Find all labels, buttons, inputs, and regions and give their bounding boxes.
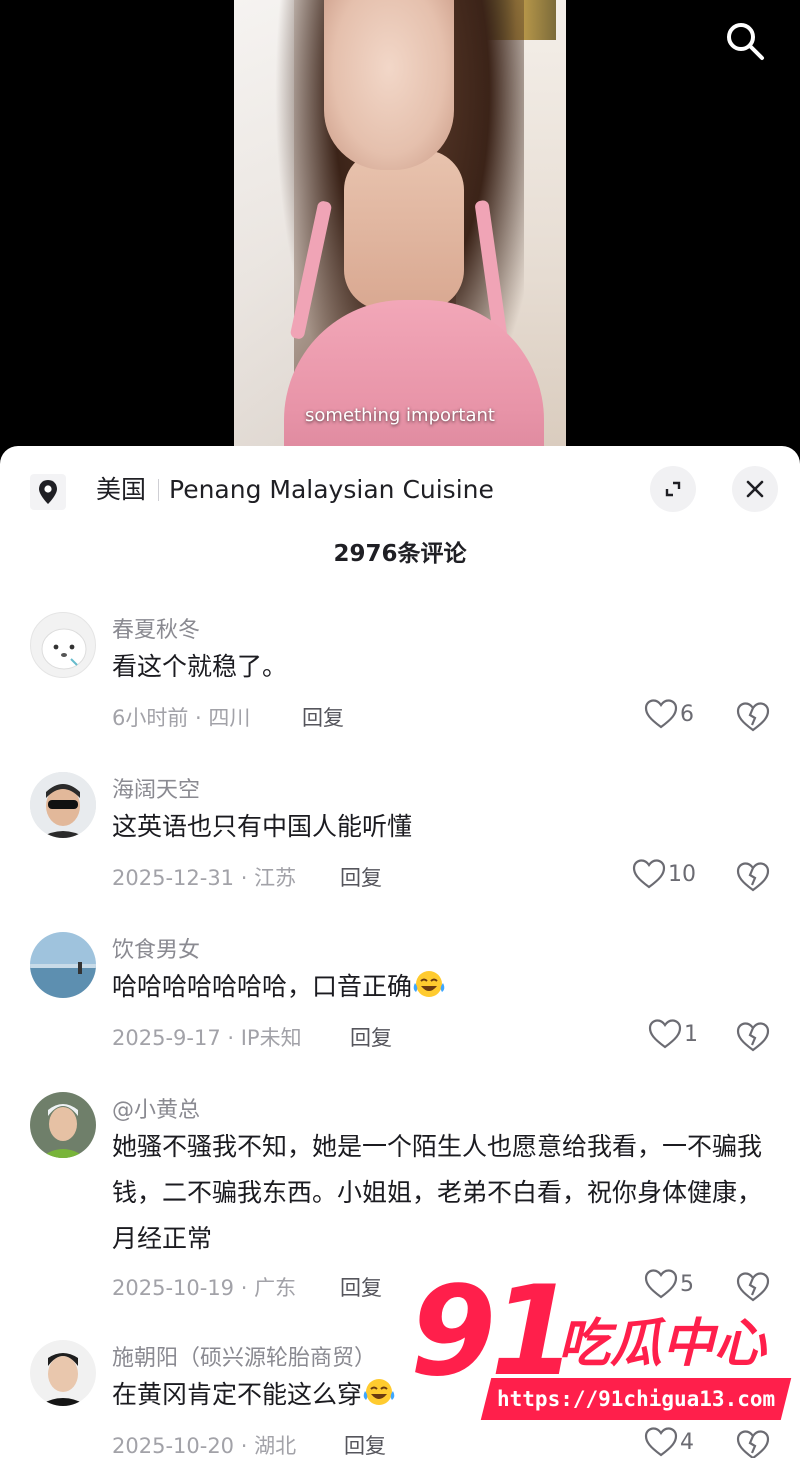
comment-username[interactable]: 饮食男女	[112, 932, 200, 964]
comment-text: 哈哈哈哈哈哈哈，口音正确	[112, 964, 772, 1010]
comment-username[interactable]: 春夏秋冬	[112, 612, 200, 644]
watermark-name: 吃瓜中心	[558, 1314, 767, 1374]
avatar-image	[30, 772, 96, 838]
comment-item: 饮食男女 哈哈哈哈哈哈哈，口音正确 2025-9-17 · IP未知 回复 1	[0, 932, 800, 1062]
avatar[interactable]	[30, 1340, 96, 1406]
comment-item: 春夏秋冬 看这个就稳了。 6小时前 · 四川 回复 6	[0, 612, 800, 742]
expand-button[interactable]	[650, 466, 696, 512]
avatar-image	[30, 1340, 96, 1406]
broken-heart-icon[interactable]	[736, 1428, 770, 1458]
video-person-face	[324, 0, 454, 170]
heart-icon	[644, 1427, 678, 1457]
heart-icon	[632, 859, 666, 889]
watermark-url-banner: https://91chigua13.com	[480, 1378, 792, 1420]
comment-username[interactable]: 海阔天空	[112, 772, 200, 804]
comment-text: 看这个就稳了。	[112, 652, 288, 681]
video-person-body	[344, 150, 464, 310]
avatar-image	[41, 628, 87, 670]
like-button[interactable]: 1	[648, 1018, 698, 1050]
comment-username[interactable]: @小黄总	[112, 1092, 200, 1124]
comment-meta: 2025-10-19 · 广东	[112, 1276, 297, 1300]
reply-button[interactable]: 回复	[344, 1430, 386, 1458]
watermark-url: https://91chigua13.com	[496, 1387, 776, 1411]
broken-heart-icon[interactable]	[736, 1020, 770, 1054]
reply-button[interactable]: 回复	[340, 1272, 382, 1302]
location-region: 美国	[96, 475, 147, 504]
broken-heart-icon[interactable]	[736, 860, 770, 894]
laugh-cry-emoji	[363, 1379, 395, 1405]
comment-meta: 2025-10-20 · 湖北	[112, 1434, 297, 1458]
comment-item: 海阔天空 这英语也只有中国人能听懂 2025-12-31 · 江苏 回复 10	[0, 772, 800, 902]
video-frame[interactable]: something important	[234, 0, 566, 460]
comment-username[interactable]: 施朝阳（硕兴源轮胎商贸）	[112, 1340, 376, 1372]
search-icon	[727, 23, 764, 60]
reply-button[interactable]: 回复	[302, 702, 344, 732]
comment-text-content: 在黄冈肯定不能这么穿	[112, 1380, 363, 1409]
expand-icon	[665, 481, 681, 497]
like-count: 10	[668, 861, 696, 887]
avatar[interactable]	[30, 932, 96, 998]
comment-text: 这英语也只有中国人能听懂	[112, 812, 413, 841]
watermark-number: 91	[410, 1260, 577, 1404]
location-divider	[158, 479, 160, 501]
heart-icon	[644, 699, 678, 729]
close-icon	[746, 480, 764, 498]
comment-meta: 6小时前 · 四川	[112, 706, 251, 730]
broken-heart-icon[interactable]	[736, 700, 770, 734]
laugh-cry-emoji	[413, 971, 445, 997]
search-button[interactable]	[722, 18, 768, 64]
like-button[interactable]: 4	[644, 1426, 694, 1458]
like-count: 4	[680, 1429, 694, 1455]
like-button[interactable]: 6	[644, 698, 694, 730]
like-count: 1	[684, 1021, 698, 1047]
avatar[interactable]	[30, 772, 96, 838]
location-pin-icon	[30, 474, 66, 510]
location-label[interactable]: 美国 Penang Malaysian Cuisine	[96, 474, 494, 506]
comment-text-content: 哈哈哈哈哈哈哈，口音正确	[112, 972, 413, 1001]
close-button[interactable]	[732, 466, 778, 512]
reply-button[interactable]: 回复	[340, 862, 382, 892]
reply-button[interactable]: 回复	[350, 1022, 392, 1052]
like-count: 6	[680, 701, 694, 727]
location-row[interactable]: 美国 Penang Malaysian Cuisine	[0, 466, 800, 514]
video-player[interactable]: something important	[0, 0, 800, 460]
comments-count: 2976条评论	[333, 541, 467, 567]
like-button[interactable]: 10	[632, 858, 696, 890]
avatar[interactable]	[30, 1092, 96, 1158]
watermark-logo: 91 吃瓜中心 https://91chigua13.com	[410, 1270, 800, 1430]
heart-icon	[648, 1019, 682, 1049]
comment-meta: 2025-9-17 · IP未知	[112, 1026, 302, 1050]
avatar-image	[30, 1092, 96, 1158]
video-caption: something important	[305, 405, 495, 426]
comment-meta: 2025-12-31 · 江苏	[112, 866, 297, 890]
comment-text: 她骚不骚我不知，她是一个陌生人也愿意给我看，一不骗我钱，二不骗我东西。小姐姐，老…	[112, 1132, 763, 1253]
avatar-image	[30, 932, 96, 998]
avatar[interactable]	[30, 612, 96, 678]
location-place: Penang Malaysian Cuisine	[169, 475, 494, 504]
